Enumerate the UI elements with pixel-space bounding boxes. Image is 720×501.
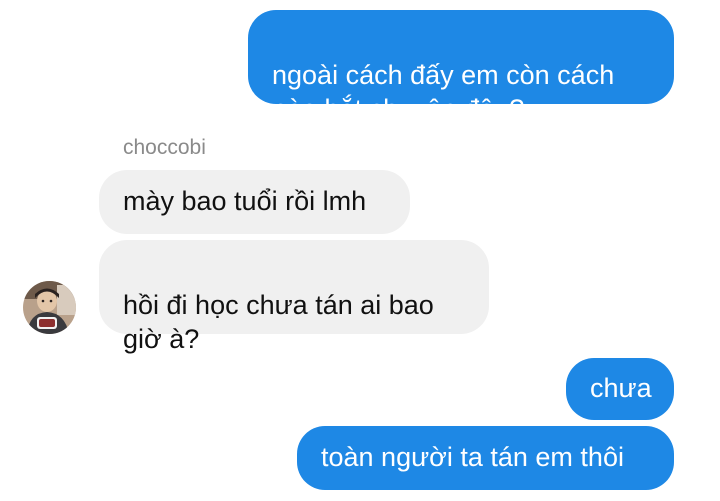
avatar-photo-icon (23, 281, 76, 334)
incoming-message-bubble[interactable]: mày bao tuổi rồi lmh (99, 170, 410, 234)
incoming-message-bubble[interactable]: hồi đi học chưa tán ai bao giờ à? (99, 240, 489, 354)
message-text: hồi đi học chưa tán ai bao giờ à? (123, 290, 434, 354)
message-text: ngoài cách đấy em còn cách nào bắt chuyệ… (272, 60, 615, 124)
sender-name: choccobi (123, 136, 206, 159)
outgoing-message-bubble[interactable]: chưa (566, 358, 674, 420)
message-text: toàn người ta tán em thôi (321, 442, 624, 472)
message-text: mày bao tuổi rồi lmh (123, 186, 367, 216)
sender-avatar[interactable] (23, 281, 76, 334)
message-text: chưa (590, 373, 652, 403)
chat-thread: ngoài cách đấy em còn cách nào bắt chuyệ… (0, 0, 720, 501)
outgoing-message-bubble[interactable]: ngoài cách đấy em còn cách nào bắt chuyệ… (248, 10, 674, 124)
outgoing-message-bubble[interactable]: toàn người ta tán em thôi (297, 426, 674, 490)
